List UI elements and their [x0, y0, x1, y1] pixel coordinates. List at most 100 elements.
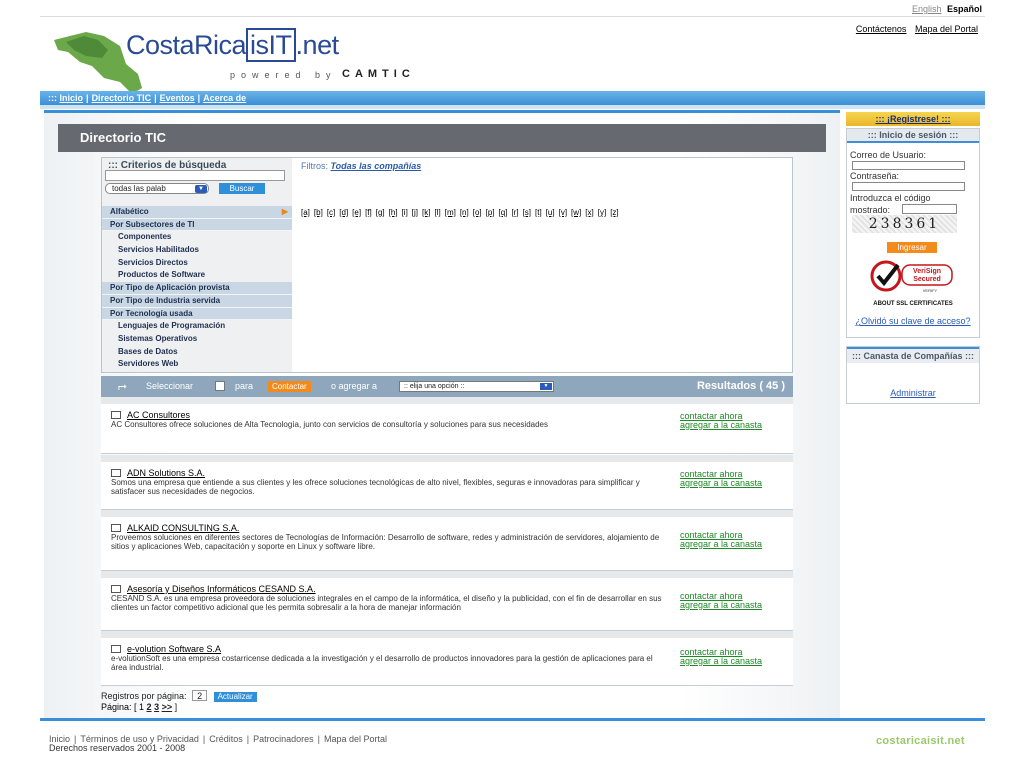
- letter-link[interactable]: [b]: [314, 208, 323, 217]
- menu-item[interactable]: Servicios Directos: [102, 256, 292, 270]
- nav-directorio[interactable]: Directorio TIC: [92, 93, 152, 103]
- add-to-basket-link[interactable]: agregar a la canasta: [680, 657, 762, 666]
- verisign-seal-icon[interactable]: VeriSign Secured VERIFY: [864, 259, 964, 295]
- result-checkbox[interactable]: [111, 585, 121, 593]
- menu-item[interactable]: Por Tecnología usada: [102, 307, 292, 321]
- result-checkbox[interactable]: [111, 524, 121, 532]
- spanish-link[interactable]: Español: [947, 4, 982, 14]
- letter-link[interactable]: [v]: [559, 208, 567, 217]
- next-page-link[interactable]: >>: [162, 702, 173, 712]
- menu-item[interactable]: Bases de Datos: [102, 345, 292, 359]
- select-all-checkbox[interactable]: [215, 381, 225, 391]
- company-name[interactable]: ALKAID CONSULTING S.A.: [127, 523, 239, 533]
- svg-text:VeriSign: VeriSign: [913, 268, 941, 275]
- letter-link[interactable]: [k]: [422, 208, 430, 217]
- add-to-basket-link[interactable]: agregar a la canasta: [680, 540, 762, 549]
- letter-link[interactable]: [l]: [434, 208, 440, 217]
- search-mode-select[interactable]: todas las palab ▼: [105, 183, 209, 194]
- contact-button[interactable]: Contactar: [268, 381, 311, 392]
- result-separator: [101, 631, 793, 638]
- menu-item[interactable]: Lenguajes de Programación: [102, 320, 292, 333]
- forgot-password-link[interactable]: ¿Olvidó su clave de acceso?: [847, 316, 979, 326]
- result-item: Asesoría y Diseños Informáticos CESAND S…: [101, 578, 793, 631]
- letter-link[interactable]: [w]: [571, 208, 581, 217]
- menu-item[interactable]: Por Tipo de Industria servida: [102, 294, 292, 308]
- password-input[interactable]: [852, 182, 965, 191]
- letter-link[interactable]: [z]: [610, 208, 618, 217]
- ssl-note[interactable]: ABOUT SSL CERTIFICATES: [847, 301, 979, 307]
- menu-item[interactable]: Servicios Habilitados: [102, 244, 292, 257]
- user-email-input[interactable]: [852, 161, 965, 170]
- letter-link[interactable]: [g]: [376, 208, 385, 217]
- letter-link[interactable]: [p]: [486, 208, 495, 217]
- add-to-basket-link[interactable]: agregar a la canasta: [680, 421, 762, 430]
- menu-item[interactable]: Servidores Web: [102, 358, 292, 371]
- letter-link[interactable]: [n]: [460, 208, 469, 217]
- letter-link[interactable]: [t]: [535, 208, 542, 217]
- footer-link-sponsors[interactable]: Patrocinadores: [253, 734, 314, 744]
- site-logo[interactable]: CostaRica isIT .net powered by CAMTIC: [42, 18, 482, 94]
- contact-link[interactable]: Contáctenos: [856, 24, 907, 34]
- footer-link-sitemap[interactable]: Mapa del Portal: [324, 734, 387, 744]
- footer-logo: costaricaisit.net: [876, 735, 965, 747]
- letter-link[interactable]: [i]: [402, 208, 408, 217]
- menu-item[interactable]: Sistemas Operativos: [102, 332, 292, 346]
- letter-link[interactable]: [j]: [412, 208, 418, 217]
- letter-link[interactable]: [m]: [445, 208, 456, 217]
- result-separator: [101, 397, 793, 404]
- company-name[interactable]: Asesoría y Diseños Informáticos CESAND S…: [127, 584, 316, 594]
- result-item: e-volution Software S.A e-volutionSoft e…: [101, 638, 793, 686]
- letter-link[interactable]: [c]: [327, 208, 335, 217]
- menu-item[interactable]: Por Subsectores de TI: [102, 218, 292, 232]
- letter-link[interactable]: [y]: [598, 208, 606, 217]
- letter-link[interactable]: [s]: [523, 208, 531, 217]
- update-button[interactable]: Actualizar: [213, 692, 257, 702]
- captcha-input[interactable]: [902, 204, 957, 214]
- menu-item-label: Sistemas Operativos: [118, 333, 198, 343]
- add-to-basket-link[interactable]: agregar a la canasta: [680, 479, 762, 488]
- nav-eventos[interactable]: Eventos: [160, 93, 195, 103]
- nav-inicio[interactable]: Inicio: [60, 93, 84, 103]
- letter-link[interactable]: [q]: [499, 208, 508, 217]
- letter-link[interactable]: [x]: [585, 208, 593, 217]
- letter-link[interactable]: [o]: [473, 208, 482, 217]
- search-button[interactable]: Buscar: [219, 183, 265, 194]
- letter-link[interactable]: [e]: [352, 208, 361, 217]
- page-link-2[interactable]: 2: [147, 702, 152, 712]
- result-checkbox[interactable]: [111, 469, 121, 477]
- menu-item[interactable]: Alfabético ▶: [102, 206, 292, 219]
- result-checkbox[interactable]: [111, 645, 121, 653]
- result-checkbox[interactable]: [111, 411, 121, 419]
- per-page-input[interactable]: 2: [192, 690, 208, 701]
- english-link[interactable]: English: [912, 4, 942, 14]
- svg-text:Secured: Secured: [913, 276, 941, 283]
- category-menu: Alfabético ▶ Por Subsectores de TI Componen…: [102, 206, 292, 371]
- code-label-2: mostrado:: [850, 205, 891, 215]
- letter-link[interactable]: [h]: [389, 208, 398, 217]
- letter-link[interactable]: [r]: [511, 208, 518, 217]
- sitemap-link[interactable]: Mapa del Portal: [915, 24, 978, 34]
- page-link-3[interactable]: 3: [154, 702, 159, 712]
- search-input[interactable]: [105, 170, 285, 181]
- add-to-dropdown[interactable]: :: elija una opción :: ▼: [399, 381, 554, 392]
- filters-value[interactable]: Todas las compañías: [331, 161, 422, 171]
- add-to-basket-link[interactable]: agregar a la canasta: [680, 601, 762, 610]
- menu-item[interactable]: Componentes: [102, 231, 292, 245]
- nav-acerca[interactable]: Acerca de: [203, 93, 246, 103]
- user-label: Correo de Usuario:: [850, 150, 927, 160]
- company-name[interactable]: AC Consultores: [127, 410, 190, 420]
- letter-link[interactable]: [d]: [339, 208, 348, 217]
- company-name[interactable]: ADN Solutions S.A.: [127, 468, 205, 478]
- add-to-label: o agregar a: [331, 381, 378, 391]
- register-link[interactable]: ::: ¡Registrese! :::: [846, 112, 980, 126]
- login-button[interactable]: Ingresar: [887, 242, 937, 253]
- manage-basket-link[interactable]: Administrar: [847, 388, 979, 398]
- menu-item[interactable]: Por Tipo de Aplicación provista: [102, 282, 292, 295]
- menu-item[interactable]: Productos de Software: [102, 269, 292, 283]
- letter-link[interactable]: [a]: [301, 208, 310, 217]
- letter-link[interactable]: [u]: [546, 208, 555, 217]
- select-arrow-icon: ⮣: [118, 380, 127, 392]
- letter-link[interactable]: [f]: [365, 208, 372, 217]
- footer-link-credits[interactable]: Créditos: [209, 734, 243, 744]
- company-name[interactable]: e-volution Software S.A: [127, 644, 221, 654]
